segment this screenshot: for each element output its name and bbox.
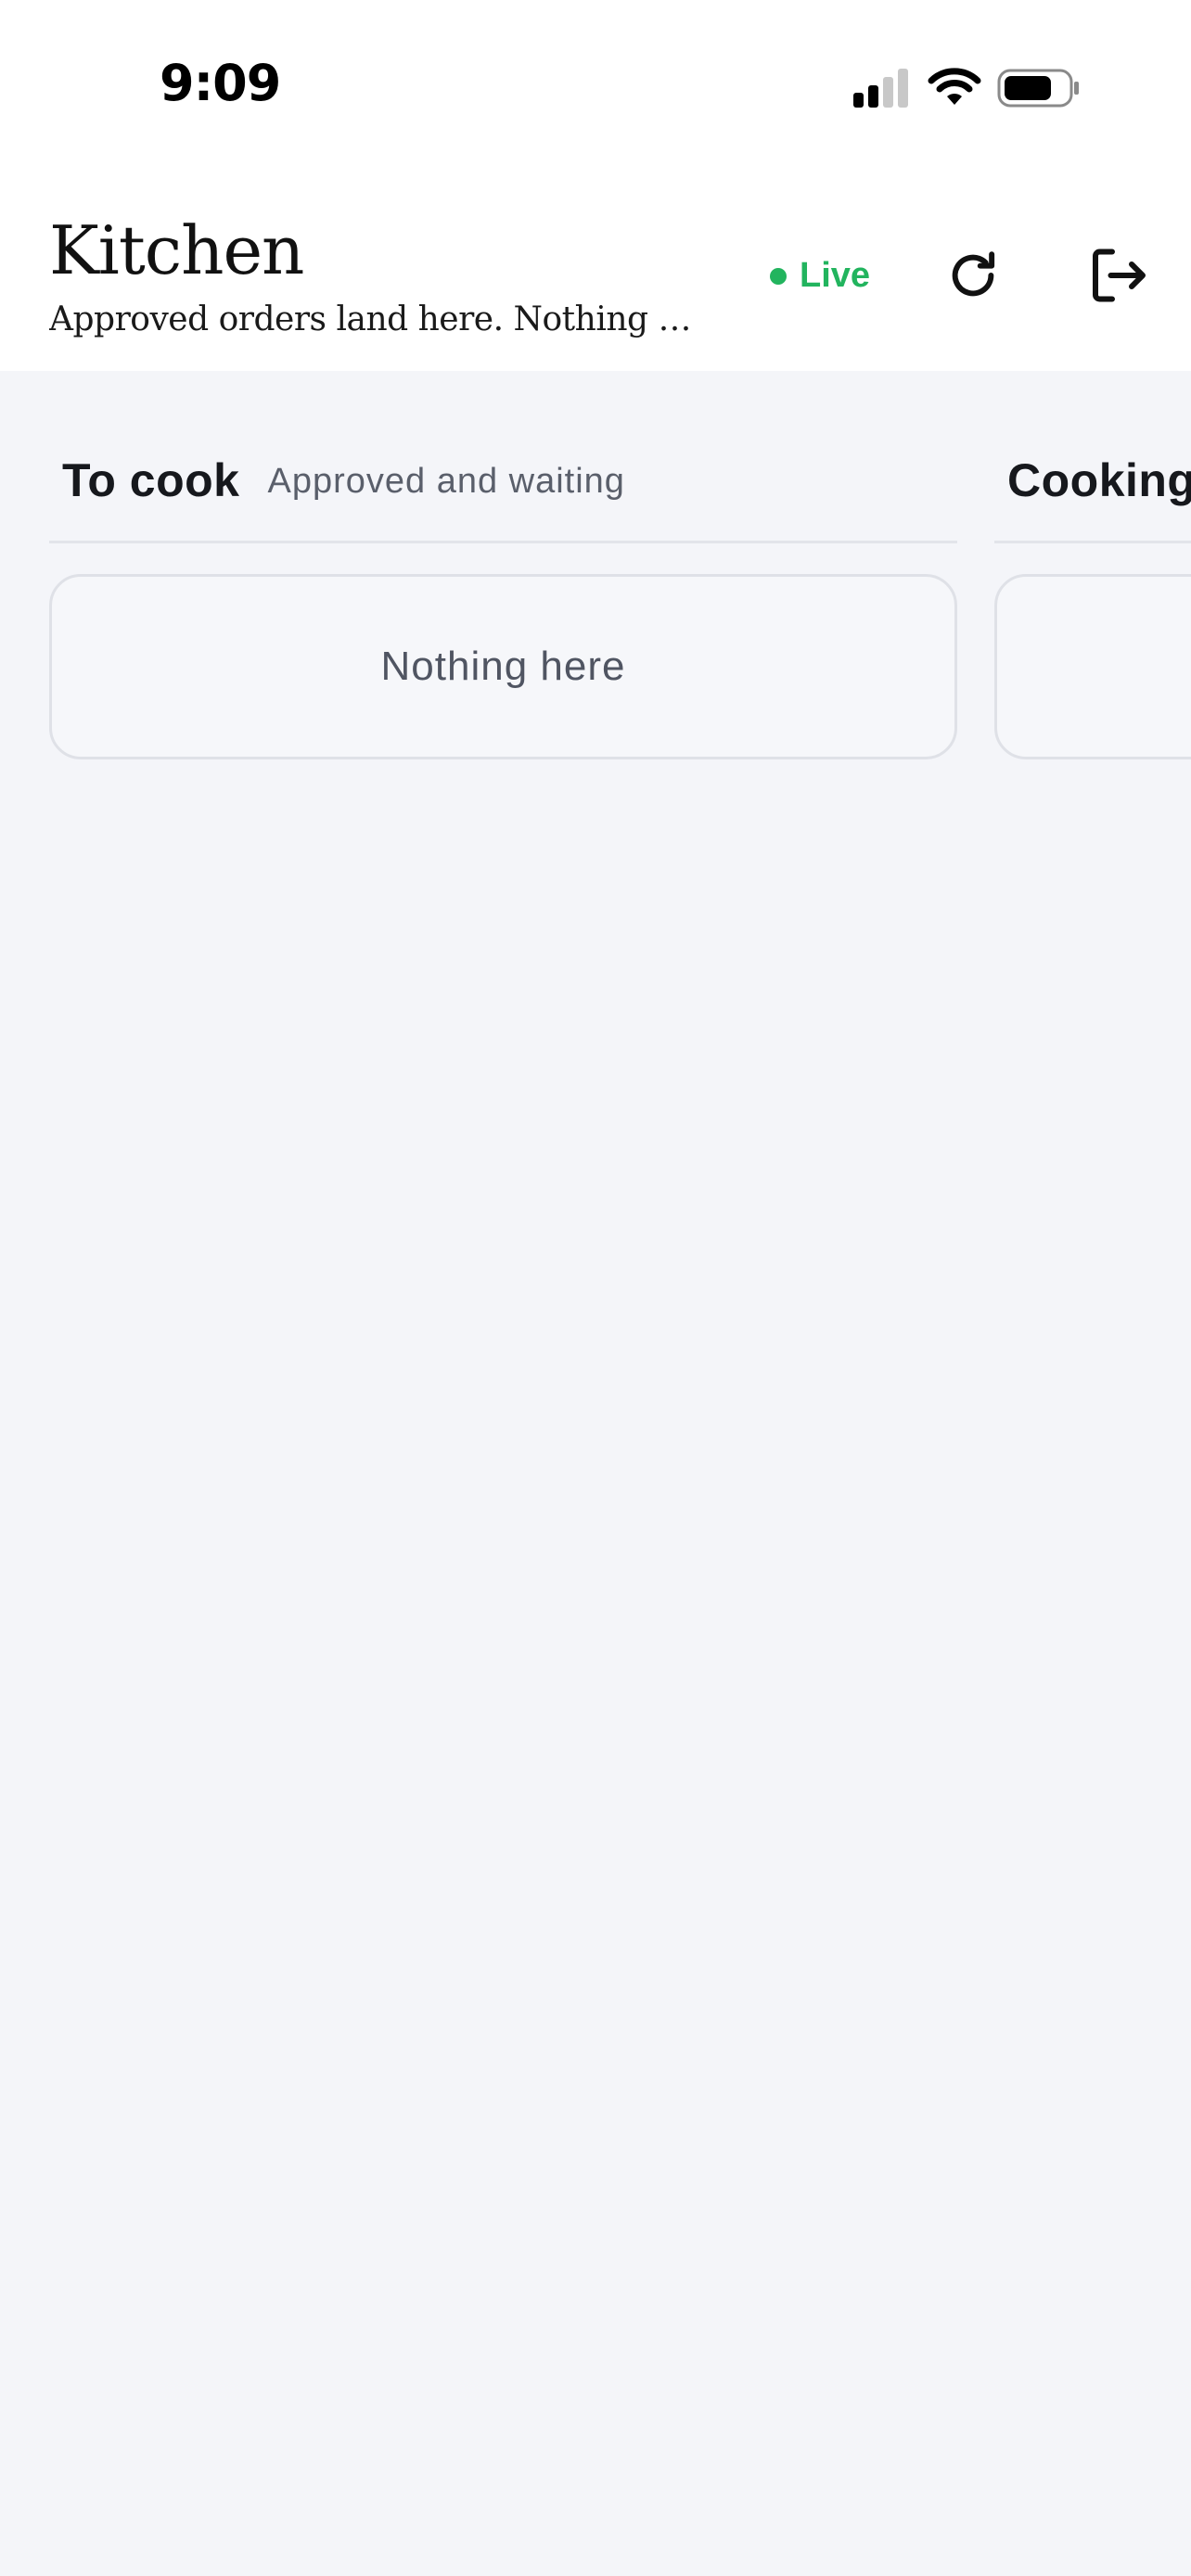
cellular-signal-icon <box>853 69 908 108</box>
live-indicator: Live <box>770 256 870 296</box>
status-icons <box>852 65 1082 111</box>
column-header: To cook Approved and waiting <box>49 371 957 543</box>
column-header: Cooking <box>994 371 1191 543</box>
empty-state-card <box>994 574 1191 759</box>
logout-icon <box>1093 249 1146 302</box>
column-title: Cooking <box>1007 454 1191 506</box>
kanban-board[interactable]: To cook Approved and waiting Nothing her… <box>0 371 1191 2576</box>
empty-state-text: Nothing here <box>380 644 626 689</box>
column-to-cook: To cook Approved and waiting Nothing her… <box>49 371 957 759</box>
battery-icon <box>997 69 1079 108</box>
status-time: 9:09 <box>160 54 281 112</box>
refresh-icon <box>952 251 995 297</box>
status-bar: 9:09 <box>0 0 1191 176</box>
refresh-button[interactable] <box>931 234 1015 317</box>
wifi-icon <box>928 68 981 105</box>
app-header: Kitchen Approved orders land here. Nothi… <box>0 176 1191 371</box>
logout-button[interactable] <box>1076 234 1159 317</box>
live-label: Live <box>800 256 871 295</box>
empty-state-card: Nothing here <box>49 574 957 759</box>
column-cooking: Cooking <box>994 371 1191 759</box>
live-dot-icon <box>770 267 787 285</box>
column-title: To cook <box>62 454 240 506</box>
page-subtitle: Approved orders land here. Nothing goes … <box>49 300 698 338</box>
column-subtitle: Approved and waiting <box>267 462 625 501</box>
page-title: Kitchen <box>49 211 304 289</box>
